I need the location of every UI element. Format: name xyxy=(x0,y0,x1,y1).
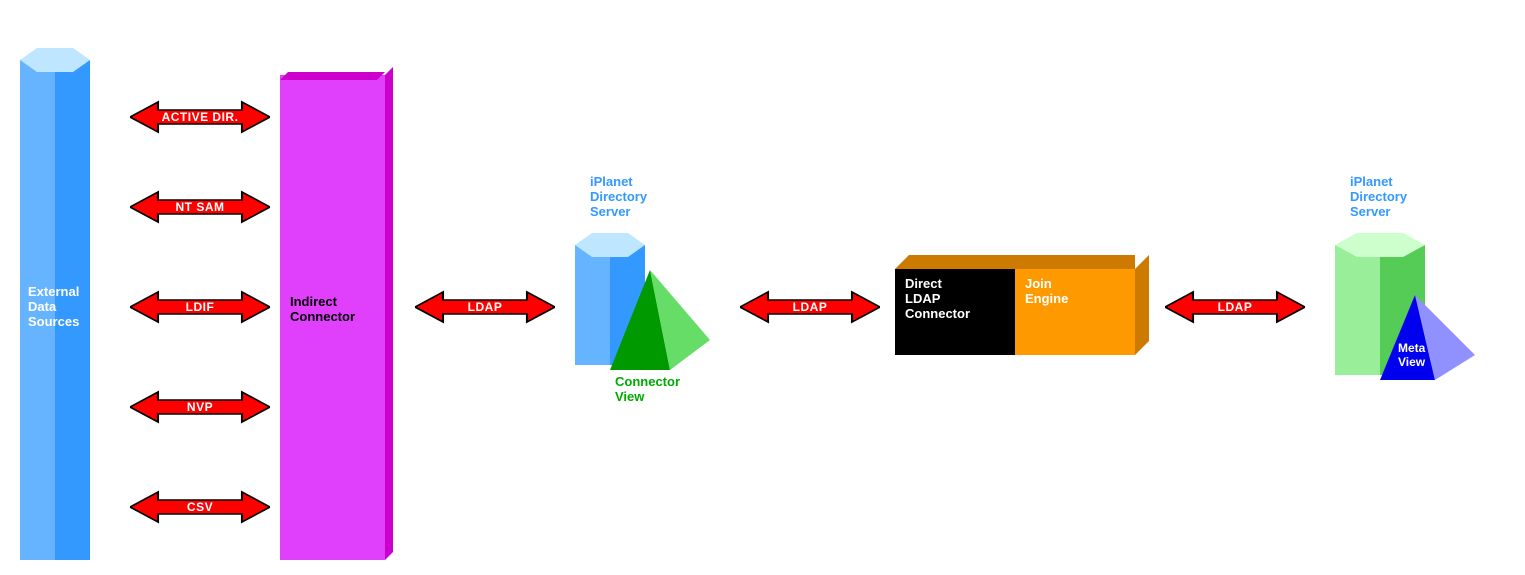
arrow-ldif: LDIF xyxy=(130,290,270,324)
arrow-ldap-3: LDAP xyxy=(1165,290,1305,324)
indirect-connector-column: IndirectConnector xyxy=(280,75,385,560)
join-engine-label: JoinEngine xyxy=(1025,277,1068,307)
ids1-label: iPlanetDirectoryServer xyxy=(590,175,647,220)
connector-view-tetra xyxy=(610,270,710,370)
arrow-nt-sam: NT SAM xyxy=(130,190,270,224)
ids2-label: iPlanetDirectoryServer xyxy=(1350,175,1407,220)
arrow-ldap-1: LDAP xyxy=(415,290,555,324)
direct-ldap-connector-label: DirectLDAPConnector xyxy=(905,277,970,322)
arrow-nvp: NVP xyxy=(130,390,270,424)
join-engine-box: DirectLDAPConnector JoinEngine xyxy=(895,255,1135,355)
arrow-csv: CSV xyxy=(130,490,270,524)
meta-view-tetra xyxy=(1380,295,1475,380)
arrow-active-dir: ACTIVE DIR. xyxy=(130,100,270,134)
external-data-sources-column: ExternalDataSources xyxy=(20,60,90,560)
indirect-connector-label: IndirectConnector xyxy=(290,295,355,325)
arrow-ldap-2: LDAP xyxy=(740,290,880,324)
meta-view-label: MetaView xyxy=(1398,342,1425,370)
external-data-sources-label: ExternalDataSources xyxy=(28,285,92,330)
connector-view-label: ConnectorView xyxy=(615,375,680,405)
